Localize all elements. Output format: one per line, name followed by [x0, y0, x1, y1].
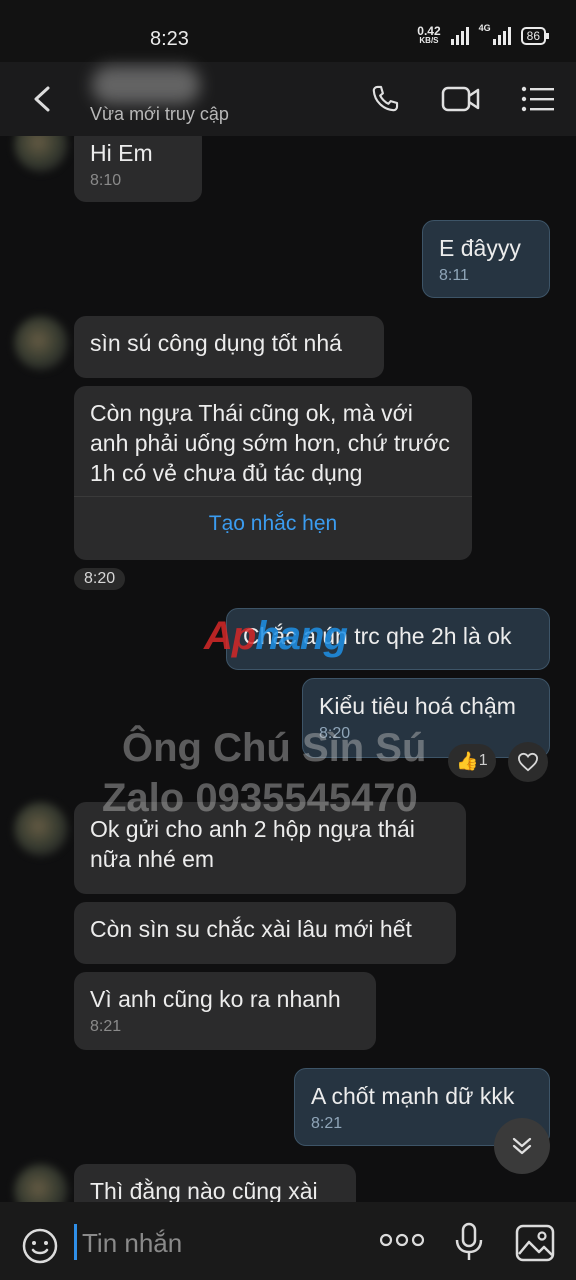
- watermark-logo-part2: hang: [255, 614, 348, 658]
- battery-icon: 86: [520, 27, 550, 45]
- heart-react-button[interactable]: [508, 742, 548, 782]
- message-text: A chốt mạnh dữ kkk: [311, 1083, 515, 1109]
- wifi-signal-icon: [450, 27, 469, 45]
- status-bar: 8:23 0.42 KB/S 4G 86: [0, 0, 576, 62]
- contact-name-blurred[interactable]: [92, 66, 200, 104]
- message-bubble-outgoing[interactable]: E đâyyy 8:11: [422, 220, 550, 298]
- chat-header: Vừa mới truy cập: [0, 62, 576, 136]
- menu-icon[interactable]: [520, 82, 556, 121]
- message-bubble-incoming[interactable]: Thì đằng nào cũng xài: [74, 1164, 356, 1202]
- chevron-double-down-icon: [512, 1137, 532, 1155]
- message-bubble-incoming[interactable]: Vì anh cũng ko ra nhanh 8:21: [74, 972, 376, 1050]
- message-text: Còn sìn su chắc xài lâu mới hết: [90, 916, 412, 942]
- watermark-logo-part1: Ap: [204, 614, 256, 658]
- create-reminder-link[interactable]: Tạo nhắc hẹn: [74, 496, 472, 539]
- network-speed: 0.42 KB/S: [417, 24, 441, 46]
- message-time-pill: 8:20: [74, 568, 126, 590]
- reaction-badge[interactable]: 👍 1: [448, 744, 496, 778]
- message-bubble-incoming[interactable]: sìn sú công dụng tốt nhá: [74, 316, 384, 378]
- cellular-signal-icon: 4G: [479, 23, 511, 45]
- watermark-line1: Ông Chú Sìn Sú: [122, 726, 427, 770]
- message-input[interactable]: [80, 1224, 364, 1262]
- reaction-count: 1: [478, 752, 488, 769]
- contact-status: Vừa mới truy cập: [90, 104, 229, 124]
- message-text: Hi Em: [90, 140, 153, 166]
- network-speed-value: 0.42: [417, 24, 441, 38]
- avatar[interactable]: [14, 1164, 68, 1202]
- message-text: Kiểu tiêu hoá chậm: [319, 693, 516, 719]
- thumbs-up-icon: 👍: [456, 750, 479, 771]
- message-bubble-incoming[interactable]: Hi Em 8:10: [74, 136, 202, 202]
- microphone-icon[interactable]: [454, 1222, 484, 1267]
- message-time: 8:21: [90, 1018, 122, 1035]
- message-text: sìn sú công dụng tốt nhá: [90, 330, 342, 356]
- phone-icon[interactable]: [368, 82, 402, 121]
- video-call-icon[interactable]: [440, 82, 482, 121]
- message-text: Còn ngựa Thái cũng ok, mà với anh phải u…: [90, 400, 450, 486]
- status-time: 8:23: [150, 28, 189, 50]
- sticker-icon[interactable]: [20, 1226, 60, 1271]
- chat-area[interactable]: Hi Em 8:10 E đâyyy 8:11 sìn sú công dụng…: [0, 136, 576, 1202]
- avatar[interactable]: [14, 136, 68, 172]
- network-type: 4G: [478, 23, 491, 33]
- message-bubble-incoming[interactable]: Còn sìn su chắc xài lâu mới hết: [74, 902, 456, 964]
- avatar[interactable]: [14, 802, 68, 856]
- message-input-bar: [0, 1202, 576, 1280]
- message-text: E đâyyy: [439, 235, 521, 261]
- back-arrow-icon[interactable]: [30, 84, 56, 121]
- heart-icon: [517, 752, 539, 772]
- scroll-to-bottom-button[interactable]: [494, 1118, 550, 1174]
- battery-level: 86: [526, 29, 540, 43]
- message-time: 8:10: [90, 172, 122, 189]
- more-options-icon[interactable]: [379, 1232, 425, 1253]
- watermark-line2: Zalo 0935545470: [102, 776, 418, 820]
- message-text: Ok gửi cho anh 2 hộp ngựa thái nữa nhé e…: [90, 816, 415, 872]
- image-picker-icon[interactable]: [515, 1224, 555, 1267]
- message-text: Thì đằng nào cũng xài: [90, 1178, 318, 1202]
- network-speed-unit: KB/S: [419, 36, 439, 45]
- text-cursor: [74, 1224, 77, 1260]
- status-indicators: 0.42 KB/S 4G 86: [417, 23, 550, 46]
- message-text: Vì anh cũng ko ra nhanh: [90, 986, 341, 1012]
- avatar[interactable]: [14, 316, 68, 370]
- message-bubble-incoming[interactable]: Còn ngựa Thái cũng ok, mà với anh phải u…: [74, 386, 472, 560]
- watermark-logo: Aphang: [204, 614, 348, 659]
- message-time: 8:11: [439, 267, 469, 284]
